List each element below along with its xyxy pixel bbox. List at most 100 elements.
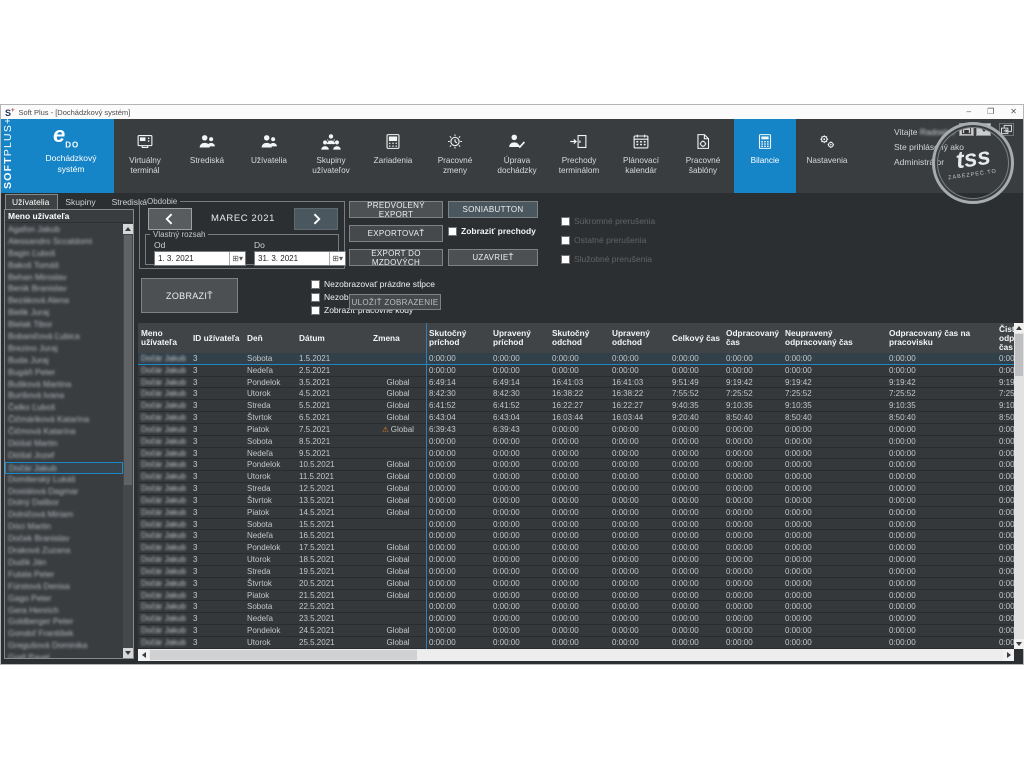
ribbon-item-planovaci-kalendar[interactable]: Plánovací kalendár [610,119,672,193]
column-header-neupraveny-odpracovany-cas[interactable]: Neupravený odpracovaný čas [782,323,886,353]
next-month-button[interactable] [294,208,338,230]
table-row[interactable]: Dočár Jakub3Sobota8.5.20210:00:000:00:00… [138,436,1014,448]
tab-skupiny[interactable]: Skupiny [58,194,104,210]
list-item[interactable]: Dióšal Martin [5,438,123,450]
table-row[interactable]: Dočár Jakub3Nedeľa23.5.20210:00:000:00:0… [138,613,1014,625]
list-item[interactable]: Buda Juraj [5,355,123,367]
table-row[interactable]: Dočár Jakub3Sobota1.5.20210:00:000:00:00… [138,353,1014,365]
column-header-skutocny-prichod[interactable]: Skutočný príchod [426,323,490,353]
column-header-den[interactable]: Deň [244,323,296,353]
calendar-icon[interactable]: ⊞▾ [329,252,345,265]
list-item[interactable]: Doček Branislav [5,533,123,545]
table-row[interactable]: Dočár Jakub3Pondelok3.5.2021Global6:49:1… [138,377,1014,389]
list-item[interactable]: Bielik Juraj [5,307,123,319]
list-item[interactable]: Dudík Ján [5,557,123,569]
column-header-id-uzivatela[interactable]: ID užívateľa [190,323,244,353]
ribbon-item-uzivatelia[interactable]: Užívatelia [238,119,300,193]
list-item[interactable]: Čičmová Katarína [5,426,123,438]
close-button[interactable]: ✕ [1010,105,1017,119]
table-row[interactable]: Dočár Jakub3Streda5.5.2021Global6:41:526… [138,400,1014,412]
list-item[interactable]: Bušková Martina [5,379,123,391]
column-header-upraveny-odchod[interactable]: Upravený odchod [609,323,669,353]
scroll-thumb[interactable] [124,235,132,485]
scroll-down-button[interactable] [123,648,133,658]
list-item[interactable]: Gondoľ František [5,628,123,640]
list-item[interactable]: Bezáková Alena [5,295,123,307]
column-header-zmena[interactable]: Zmena [370,323,426,353]
scroll-right-button[interactable] [1003,649,1014,661]
table-row[interactable]: Dočár Jakub3Nedeľa9.5.20210:00:000:00:00… [138,448,1014,460]
table-row[interactable]: Dočár Jakub3Pondelok10.5.2021Global0:00:… [138,459,1014,471]
list-item[interactable]: Dolný Dalibor [5,497,123,509]
list-item[interactable]: Bielak Tibor [5,319,123,331]
ribbon-item-zariadenia[interactable]: Zariadenia [362,119,424,193]
default-export-button[interactable]: PREDVOLENÝ EXPORT [349,201,443,218]
list-item[interactable]: Agafon Jakub [5,224,123,236]
scroll-thumb[interactable] [150,650,417,660]
calendar-icon[interactable]: ⊞▾ [229,252,245,265]
list-item[interactable]: Dočár Jakub [5,462,123,474]
list-item[interactable]: Dóci Martin [5,521,123,533]
save-view-button[interactable]: ULOŽIŤ ZOBRAZENIE [349,294,441,310]
checkbox-box[interactable] [311,293,320,302]
show-passes-checkbox[interactable]: Zobraziť prechody [448,226,536,236]
user-list-scrollbar[interactable] [123,224,133,658]
table-row[interactable]: Dočár Jakub3Streda19.5.2021Global0:00:00… [138,566,1014,578]
table-row[interactable]: Dočár Jakub3Nedeľa2.5.20210:00:000:00:00… [138,365,1014,377]
scroll-down-button[interactable] [1014,639,1024,649]
column-header-odpracovany-cas-na-pracovisku[interactable]: Odpracovaný čas na pracovisku [886,323,996,353]
table-row[interactable]: Dočár Jakub3Nedeľa16.5.20210:00:000:00:0… [138,530,1014,542]
checkbox-box[interactable] [448,227,457,236]
export-button[interactable]: EXPORTOVAŤ [349,225,443,242]
checkbox-nezobrazovat-prazdne-stlpce[interactable]: Nezobrazovať prázdne stĺpce [311,279,435,289]
ribbon-item-pracovne-sablony[interactable]: Pracovné šablóny [672,119,734,193]
tab-uzivatelia[interactable]: Užívatelia [5,194,58,210]
to-date-field[interactable]: ⊞▾ [254,251,346,266]
list-item[interactable]: Brezino Juraj [5,343,123,355]
list-item[interactable]: Dostálová Dagmar [5,486,123,498]
list-item[interactable]: Čičmáriková Katarína [5,414,123,426]
list-item[interactable]: Gera Henrich [5,605,123,617]
table-row[interactable]: Dočár Jakub3Streda12.5.2021Global0:00:00… [138,483,1014,495]
list-item[interactable]: Domiterský Lukáš [5,474,123,486]
from-date-input[interactable] [155,254,229,263]
table-row[interactable]: Dočár Jakub3Piatok21.5.2021Global0:00:00… [138,590,1014,602]
table-row[interactable]: Dočár Jakub3Sobota15.5.20210:00:000:00:0… [138,519,1014,531]
show-button[interactable]: ZOBRAZIŤ [141,278,238,313]
column-header-datum[interactable]: Dátum [296,323,370,353]
column-header-odpracovany-cas[interactable]: Odpracovaný čas [723,323,782,353]
list-item[interactable]: Grell Pavel [5,652,123,658]
close-period-button[interactable]: UZAVRIEŤ [448,249,538,266]
minimize-button[interactable]: – [967,105,971,119]
list-item[interactable]: Bobaničová Ľubica [5,331,123,343]
column-header-celkovy-cas[interactable]: Celkový čas [669,323,723,353]
table-row[interactable]: Dočár Jakub3Štvrtok20.5.2021Global0:00:0… [138,578,1014,590]
scroll-thumb[interactable] [1015,334,1023,376]
ribbon-item-bilancie[interactable]: Bilancie [734,119,796,193]
ribbon-item-pracovne-zmeny[interactable]: Pracovné zmeny [424,119,486,193]
table-row[interactable]: Dočár Jakub3Utorok18.5.2021Global0:00:00… [138,554,1014,566]
sonia-button[interactable]: SONIABUTTON [448,201,538,218]
list-item[interactable]: Behan Miroslav [5,272,123,284]
list-item[interactable]: Alessandro Sccaldomi [5,236,123,248]
ribbon-item-nastavenia[interactable]: Nastavenia [796,119,858,193]
from-date-field[interactable]: ⊞▾ [154,251,246,266]
column-header-upraveny-prichod[interactable]: Upravený príchod [490,323,549,353]
export-to-payroll-button[interactable]: EXPORT DO MZDOVÝCH [349,249,443,266]
ribbon-item-strediska[interactable]: Strediská [176,119,238,193]
list-item[interactable]: Bagin Ľuboš [5,248,123,260]
grid-vertical-scrollbar[interactable] [1014,323,1024,649]
checkbox-box[interactable] [311,280,320,289]
list-item[interactable]: Goldberger Peter [5,616,123,628]
checkbox-box[interactable] [311,306,320,315]
maximize-button[interactable]: ❐ [987,105,994,119]
table-row[interactable]: Dočár Jakub3Sobota22.5.20210:00:000:00:0… [138,601,1014,613]
table-row[interactable]: Dočár Jakub3Utorok4.5.2021Global8:42:308… [138,388,1014,400]
list-item[interactable]: Benik Branislav [5,283,123,295]
list-item[interactable]: Bakoš Tomáš [5,260,123,272]
list-item[interactable]: Čelko Ľuboš [5,402,123,414]
to-date-input[interactable] [255,254,329,263]
scroll-left-button[interactable] [138,649,149,661]
list-item[interactable]: Dióšal Jozef [5,450,123,462]
ribbon-item-uprava-dochadzky[interactable]: Úprava dochádzky [486,119,548,193]
